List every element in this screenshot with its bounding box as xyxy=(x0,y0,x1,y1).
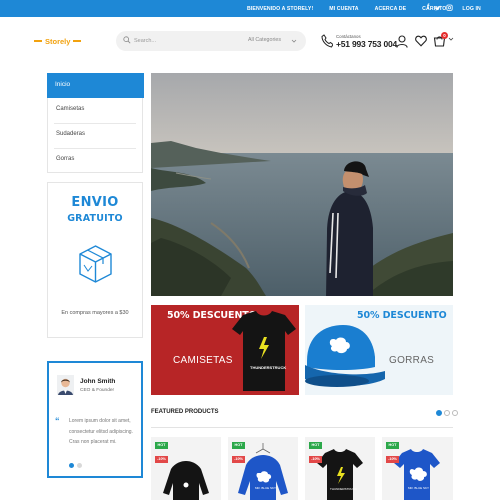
product-card[interactable]: MR. BLUE SKY HOT -10% xyxy=(228,437,298,500)
sidebar-item-label: Inicio xyxy=(55,81,71,88)
testimonial-role: CEO & Founder xyxy=(80,388,115,393)
svg-text:MR. BLUE SKY: MR. BLUE SKY xyxy=(408,486,429,490)
social-links: f xyxy=(427,3,453,13)
user-icon[interactable] xyxy=(396,35,408,48)
discount-badge: -10% xyxy=(386,456,399,463)
facebook-icon[interactable]: f xyxy=(427,3,429,13)
shipping-title: ENVIO xyxy=(71,195,119,210)
promo-subtitle: GORRAS xyxy=(389,355,435,366)
testimonial-text: Lorem ipsum dolor sit amet, consectetur … xyxy=(69,418,133,445)
pager-dot-active[interactable] xyxy=(69,463,74,468)
logo[interactable]: Storely xyxy=(34,35,82,47)
quote-icon: “ xyxy=(55,416,60,426)
sidebar-item-camisetas[interactable]: Camisetas xyxy=(48,98,142,123)
pager-dot[interactable] xyxy=(444,410,450,416)
featured-pager xyxy=(436,410,458,416)
hot-badge: HOT xyxy=(232,442,245,449)
chevron-down-icon[interactable] xyxy=(448,35,454,43)
promo-banner-gorras[interactable]: 50% DESCUENTO GORRAS xyxy=(305,305,453,395)
avatar xyxy=(57,375,74,395)
product-card[interactable]: HOT -10% xyxy=(151,437,221,500)
welcome-link[interactable]: BIENVENIDO A STORELY! xyxy=(247,6,313,12)
category-menu: Inicio Camisetas Sudaderas Gorras xyxy=(47,73,144,173)
cart-count-badge: 0 xyxy=(441,32,448,39)
heart-icon[interactable] xyxy=(415,35,427,47)
search-bar: All Categories xyxy=(116,31,306,51)
logo-dash-right xyxy=(73,40,82,42)
shipping-subtitle: GRATUITO xyxy=(67,213,123,224)
free-shipping-box: ENVIO GRATUITO En compras mayores a $30 xyxy=(47,182,143,338)
logo-text: Storely xyxy=(45,36,71,46)
category-select[interactable]: All Categories xyxy=(248,37,281,43)
sidebar-item-label: Camisetas xyxy=(56,106,85,112)
package-icon xyxy=(79,245,112,283)
testimonial-name: John Smith xyxy=(80,378,116,385)
pager-dot[interactable] xyxy=(452,410,458,416)
promo-subtitle: CAMISETAS xyxy=(173,355,233,366)
tshirt-image: THUNDERSTRUCK xyxy=(232,311,296,391)
discount-badge: -10% xyxy=(232,456,245,463)
phone-number[interactable]: +51 993 753 004 xyxy=(336,39,397,49)
promo-banner-camisetas[interactable]: 50% DESCUENTO THUNDERSTRUCK CAMISETAS xyxy=(151,305,299,395)
phone-icon xyxy=(321,34,333,48)
pager-dot[interactable] xyxy=(77,463,82,468)
pager-dot-active[interactable] xyxy=(436,410,442,416)
featured-title: FEATURED PRODUCTS xyxy=(151,409,219,415)
login-link[interactable]: LOG IN xyxy=(462,6,480,12)
logo-dash-left xyxy=(34,40,42,42)
chevron-down-icon[interactable] xyxy=(291,37,297,45)
svg-text:THUNDERSTRUCK: THUNDERSTRUCK xyxy=(250,365,286,370)
sidebar-item-sudaderas[interactable]: Sudaderas xyxy=(48,123,142,148)
search-input[interactable] xyxy=(134,35,234,47)
sidebar-item-gorras[interactable]: Gorras xyxy=(48,148,142,173)
sidebar-item-inicio[interactable]: Inicio xyxy=(47,73,144,98)
header: Storely All Categories Contáctanos +51 9… xyxy=(0,17,500,67)
hot-badge: HOT xyxy=(386,442,399,449)
hot-badge: HOT xyxy=(155,442,168,449)
svg-text:MR. BLUE SKY: MR. BLUE SKY xyxy=(255,486,276,490)
product-card[interactable]: THUNDERSTRUCK HOT -10% xyxy=(305,437,375,500)
sidebar-item-label: Sudaderas xyxy=(56,131,86,137)
instagram-icon[interactable] xyxy=(446,3,453,13)
sidebar-item-label: Gorras xyxy=(56,156,75,162)
divider xyxy=(151,427,453,428)
my-account-link[interactable]: MI CUENTA xyxy=(329,6,358,12)
twitter-icon[interactable] xyxy=(434,3,441,13)
search-icon[interactable] xyxy=(123,36,131,44)
testimonial-pager xyxy=(69,463,82,468)
top-bar: BIENVENIDO A STORELY! MI CUENTA ACERCA D… xyxy=(0,0,500,17)
testimonial-card: John Smith CEO & Founder “ Lorem ipsum d… xyxy=(47,361,143,478)
about-link[interactable]: ACERCA DE xyxy=(375,6,407,12)
cap-image xyxy=(305,325,385,387)
svg-text:THUNDERSTRUCK: THUNDERSTRUCK xyxy=(330,487,357,491)
hero-image[interactable] xyxy=(151,73,453,296)
hot-badge: HOT xyxy=(309,442,322,449)
shipping-caption: En compras mayores a $30 xyxy=(61,310,129,316)
discount-badge: -10% xyxy=(309,456,322,463)
discount-badge: -10% xyxy=(155,456,168,463)
product-card[interactable]: MR. BLUE SKY HOT -10% xyxy=(382,437,453,500)
